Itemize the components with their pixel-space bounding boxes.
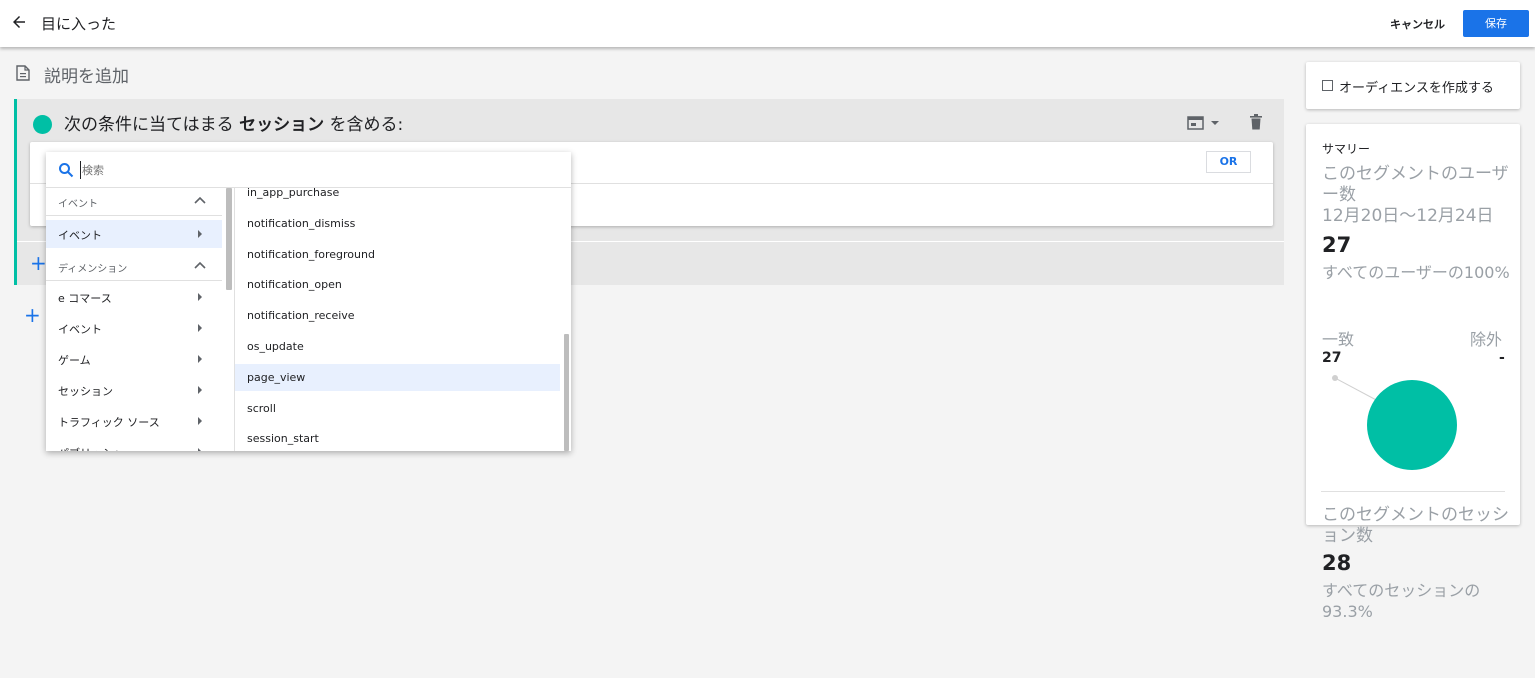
chevron-right-icon bbox=[198, 355, 202, 363]
chevron-right-icon bbox=[198, 417, 202, 425]
summary-exclude-value: - bbox=[1499, 350, 1505, 366]
summary-users-heading: このセグメントのユーザー数 12月20日〜12月24日 bbox=[1322, 164, 1512, 227]
add-condition-group-plus-icon[interactable]: + bbox=[24, 303, 41, 327]
category-item-label: イベント bbox=[58, 229, 102, 242]
summary-users-value: 27 bbox=[1322, 233, 1352, 257]
category-item[interactable]: パブリッシャー bbox=[46, 438, 222, 451]
chevron-right-icon bbox=[198, 386, 202, 394]
event-item-label: os_update bbox=[247, 340, 304, 353]
event-item-label: notification_receive bbox=[247, 309, 355, 323]
event-item[interactable]: os_update bbox=[235, 333, 560, 360]
add-description-link[interactable]: 説明を追加 bbox=[44, 62, 129, 87]
top-app-bar: 目に入った キャンセル 保存 bbox=[0, 0, 1535, 47]
summary-exclude-label: 除外 bbox=[1470, 330, 1503, 349]
category-header-label: ディメンション bbox=[58, 264, 128, 275]
event-item-label: notification_dismiss bbox=[247, 216, 356, 230]
create-audience-label: オーディエンスを作成する bbox=[1339, 81, 1494, 96]
delete-icon[interactable] bbox=[1249, 114, 1263, 130]
event-item[interactable]: session_start bbox=[235, 425, 560, 451]
search-icon bbox=[59, 163, 74, 178]
summary-title: サマリー bbox=[1322, 142, 1371, 156]
chevron-right-icon bbox=[198, 324, 202, 332]
condition-scope-menu-icon[interactable] bbox=[1187, 116, 1219, 130]
category-header-label: イベント bbox=[58, 199, 98, 210]
summary-sessions-value: 28 bbox=[1322, 551, 1352, 575]
event-item-label: notification_open bbox=[247, 278, 342, 292]
condition-scope[interactable]: セッション bbox=[239, 115, 324, 135]
event-item-label: scroll bbox=[247, 401, 276, 415]
category-scrollbar[interactable] bbox=[226, 188, 232, 290]
event-item[interactable]: notification_dismiss bbox=[235, 210, 560, 237]
category-item[interactable]: セッション bbox=[46, 376, 222, 404]
category-item[interactable]: イベント bbox=[46, 314, 222, 342]
category-header[interactable]: イベント bbox=[46, 188, 222, 216]
event-item[interactable]: notification_foreground bbox=[235, 241, 560, 268]
document-icon bbox=[16, 65, 30, 81]
summary-date-range: 12月20日〜12月24日 bbox=[1322, 206, 1494, 226]
category-item-label: イベント bbox=[58, 323, 102, 336]
chevron-up-icon bbox=[194, 261, 206, 269]
summary-sessions-pct: すべてのセッションの93.3% bbox=[1322, 581, 1481, 621]
condition-color-dot bbox=[33, 115, 52, 134]
category-item[interactable]: ゲーム bbox=[46, 345, 222, 373]
summary-match-label: 一致 bbox=[1322, 330, 1355, 349]
summary-divider bbox=[1321, 491, 1505, 492]
summary-sessions-label: このセグメントのセッション数 bbox=[1322, 505, 1509, 546]
chevron-right-icon bbox=[198, 293, 202, 301]
category-item-label: セッション bbox=[58, 385, 113, 398]
back-arrow-icon[interactable] bbox=[10, 13, 28, 31]
event-scrollbar[interactable] bbox=[564, 334, 569, 451]
event-item[interactable]: notification_open bbox=[235, 271, 560, 298]
search-input[interactable] bbox=[80, 161, 550, 179]
create-audience-checkbox[interactable] bbox=[1322, 80, 1333, 91]
cancel-button[interactable]: キャンセル bbox=[1390, 16, 1445, 32]
pie-slice-match bbox=[1367, 380, 1457, 470]
condition-heading: 次の条件に当てはまる セッション を含める: bbox=[64, 110, 403, 135]
summary-users-label: このセグメントのユーザー数 bbox=[1322, 164, 1509, 205]
category-item-label: トラフィック ソース bbox=[58, 416, 160, 429]
summary-users-pct: すべてのユーザーの100% bbox=[1322, 263, 1510, 282]
category-header[interactable]: ディメンション bbox=[46, 251, 222, 281]
event-item-label: notification_foreground bbox=[247, 247, 375, 261]
category-item[interactable]: e コマース bbox=[46, 283, 222, 311]
category-list: イベント イベント ディメンション e コマース イベント ゲーム セッション トラフィック … bbox=[46, 188, 234, 451]
event-item[interactable]: notification_receive bbox=[235, 302, 560, 329]
create-audience-card: オーディエンスを作成する bbox=[1306, 62, 1520, 109]
event-item-label: page_view bbox=[247, 370, 306, 384]
summary-match-value: 27 bbox=[1322, 350, 1342, 366]
event-item[interactable]: page_view bbox=[235, 363, 560, 391]
category-item-label: e コマース bbox=[58, 292, 112, 305]
category-item[interactable]: トラフィック ソース bbox=[46, 407, 222, 435]
condition-prefix: 次の条件に当てはまる bbox=[64, 115, 240, 135]
summary-pie-chart bbox=[1332, 375, 1457, 470]
dimension-picker: イベントイベントディメンションe コマースイベントゲームセッショントラフィック … bbox=[46, 152, 571, 451]
event-item[interactable]: in_app_purchase bbox=[235, 188, 560, 206]
or-button[interactable]: OR bbox=[1206, 151, 1251, 173]
search-row bbox=[46, 152, 571, 188]
event-item[interactable]: scroll bbox=[235, 395, 560, 422]
pie-leader-line bbox=[1334, 377, 1381, 403]
category-item-label: ゲーム bbox=[58, 354, 91, 367]
add-and-condition-plus-icon[interactable]: + bbox=[30, 251, 47, 275]
chevron-right-icon bbox=[198, 230, 202, 238]
page-title: 目に入った bbox=[41, 15, 117, 33]
category-item[interactable]: イベント bbox=[46, 220, 222, 248]
event-list: in_app_purchase notification_dismissnotif… bbox=[234, 188, 571, 451]
condition-suffix: を含める: bbox=[324, 115, 404, 135]
chevron-right-icon bbox=[198, 448, 202, 451]
summary-card: サマリー このセグメントのユーザー数 12月20日〜12月24日 27 すべての… bbox=[1306, 124, 1520, 525]
event-item-label: session_start bbox=[247, 432, 319, 446]
chevron-up-icon bbox=[194, 196, 206, 204]
save-button[interactable]: 保存 bbox=[1463, 10, 1529, 37]
event-item-label: in_app_purchase bbox=[247, 188, 340, 199]
category-item-label: パブリッシャー bbox=[58, 445, 135, 451]
